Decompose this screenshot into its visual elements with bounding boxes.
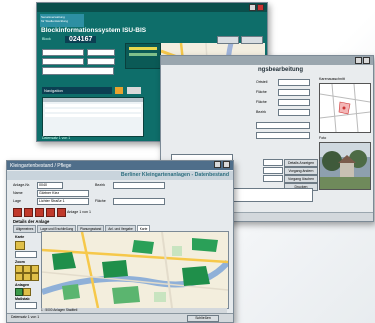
field-5[interactable] (87, 58, 115, 65)
minimize-button[interactable] (213, 161, 221, 168)
first-record-button[interactable] (13, 208, 22, 217)
field-1[interactable] (42, 49, 84, 56)
info-button[interactable] (23, 273, 31, 281)
close-button[interactable] (223, 161, 230, 168)
app-title: Blockinformationssystem ISU-BIS (41, 27, 147, 34)
map-top-button[interactable] (217, 36, 239, 44)
field-label: Name (13, 191, 23, 195)
preview-label: Karenausschnitt (319, 77, 345, 81)
field-input[interactable] (278, 89, 310, 96)
map-tools-panel: Karte Zoom Anlagen Maßstab (13, 233, 39, 311)
block-id: 024167 (65, 36, 97, 43)
select-button[interactable] (31, 273, 39, 281)
scale-label: Maßstab (15, 297, 30, 301)
block-id-label: Block (42, 37, 51, 41)
record-counter: Anlage 1 von 1 (67, 210, 91, 214)
status-text: Datensatz 1 von 1 (11, 315, 40, 319)
legend-panel (125, 43, 161, 69)
record-navigation (13, 208, 66, 217)
edit-process-button[interactable]: Vorgang ändern (284, 167, 318, 175)
titlebar-text: Kleingartenbestand / Pflege (10, 162, 72, 169)
legend-yellow (129, 47, 157, 50)
form-grid: Ortsteil Fläche Fläche Bezirk (256, 78, 310, 142)
detail-field[interactable] (263, 159, 283, 166)
allotment-map[interactable] (41, 231, 229, 309)
field-input[interactable] (278, 109, 310, 116)
field-input[interactable] (278, 79, 310, 86)
district-field[interactable] (113, 182, 165, 189)
table-row[interactable] (45, 104, 141, 107)
photo-svg (320, 143, 370, 189)
scale-select[interactable] (15, 302, 37, 309)
field-label: Bezirk (95, 183, 105, 187)
field-3[interactable] (42, 67, 114, 75)
nav-arrow-button[interactable] (115, 87, 123, 94)
close-window-button[interactable]: Schließen (187, 315, 219, 322)
pan-button[interactable] (15, 273, 23, 281)
nav-go-button[interactable] (127, 87, 141, 94)
section-title: Details der Anlage (13, 219, 50, 224)
field-value: Gärtner Kiez (39, 191, 60, 195)
area-field[interactable] (113, 198, 165, 205)
layer-button[interactable] (15, 288, 23, 296)
field-label: Fläche (256, 90, 267, 94)
field-label: Fläche (95, 199, 106, 203)
field-4[interactable] (87, 49, 115, 56)
navigation-panel: Navigation (42, 87, 112, 94)
field-label: Fläche (256, 100, 267, 104)
zoom-out-button[interactable] (23, 265, 31, 273)
banner: Senatsverwaltung für Stadtentwicklung (40, 14, 84, 27)
field-input[interactable] (278, 99, 310, 106)
minimize-button[interactable] (249, 4, 256, 11)
field-2[interactable] (42, 58, 84, 65)
zoom-in-button[interactable] (15, 265, 23, 273)
legend-green (129, 53, 157, 56)
field-input[interactable] (256, 122, 310, 129)
preview-map[interactable] (319, 83, 371, 133)
table-row[interactable] (45, 114, 141, 117)
field-label: Bezirk (256, 110, 266, 114)
next-record-button[interactable] (35, 208, 44, 217)
status-bar: Datensatz 1 von 1 (42, 136, 71, 140)
allotment-map-svg (42, 232, 228, 308)
allotment-garden-window: Kleingartenbestand / Pflege Berliner Kle… (6, 160, 234, 323)
table-header (43, 98, 143, 102)
data-table (42, 97, 144, 137)
field-label: Ortsteil (256, 80, 268, 84)
details-button[interactable]: Details Anzeigen (284, 159, 318, 167)
detail-field[interactable] (263, 167, 283, 174)
field-value: 0040 (39, 183, 47, 187)
detail-field[interactable] (263, 175, 283, 182)
close-button[interactable] (363, 57, 370, 64)
zoom-full-button[interactable] (31, 265, 39, 273)
titlebar (161, 56, 373, 65)
last-record-button[interactable] (46, 208, 55, 217)
new-record-button[interactable] (57, 208, 66, 217)
window-statusbar: Datensatz 1 von 1 Schließen (7, 313, 233, 322)
prev-record-button[interactable] (24, 208, 33, 217)
layers-label: Anlagen (15, 283, 30, 287)
map-label: Karte (15, 235, 25, 239)
photo (319, 142, 371, 190)
field-label: Anlage-Nr. (13, 183, 30, 187)
field-input[interactable] (256, 132, 310, 139)
field-value: Lichter Straße 1 (39, 199, 65, 203)
titlebar (37, 3, 267, 12)
map-select[interactable] (15, 251, 37, 258)
map-top-button-2[interactable] (241, 36, 263, 44)
window-title: ngsbearbeitung (258, 67, 304, 73)
table-row[interactable] (45, 109, 141, 112)
tab-general[interactable]: Allgemeines (13, 225, 37, 233)
minimize-button[interactable] (355, 57, 362, 64)
close-button[interactable] (257, 4, 264, 11)
field-label: Lage (13, 199, 21, 203)
header-bar: Berliner Kleingartenanlagen - Datenbesta… (7, 171, 233, 180)
photo-label: Foto (319, 136, 327, 140)
zoom-label: Zoom (15, 260, 25, 264)
layer-button-2[interactable] (23, 288, 31, 296)
titlebar: Kleingartenbestand / Pflege (7, 161, 233, 170)
map-button[interactable] (15, 241, 25, 250)
delete-process-button[interactable]: Vorgang löschen (284, 175, 318, 183)
preview-map-svg (320, 84, 370, 132)
